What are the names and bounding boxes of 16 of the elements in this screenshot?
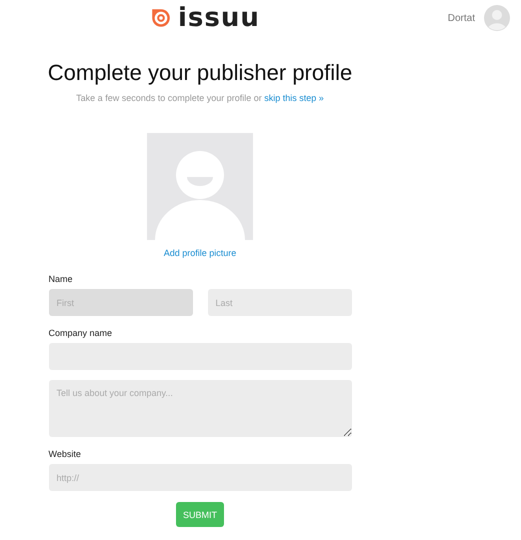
subtitle-text: Take a few seconds to complete your profile or skip this step » [76, 93, 324, 103]
logo-text[interactable]: issuu [178, 4, 260, 32]
field-label: Name [48, 274, 74, 284]
input-field[interactable]: http:// [48, 464, 352, 491]
submit-button[interactable]: SUBMIT [176, 502, 224, 527]
skip-link[interactable]: skip this step » [264, 93, 324, 103]
page-title: Complete your publisher profile [48, 60, 352, 86]
field-label: Website [48, 449, 82, 459]
logo-icon [150, 7, 172, 29]
field-label: Company name [48, 328, 114, 338]
avatar-icon[interactable] [484, 5, 510, 31]
profile-placeholder-icon[interactable] [147, 133, 253, 240]
input-field[interactable]: Last [208, 289, 352, 316]
user-name[interactable]: Dortat [448, 12, 475, 24]
text-area[interactable]: Tell us about your company... [48, 380, 352, 437]
add-picture-link[interactable]: Add profile picture [164, 248, 236, 258]
